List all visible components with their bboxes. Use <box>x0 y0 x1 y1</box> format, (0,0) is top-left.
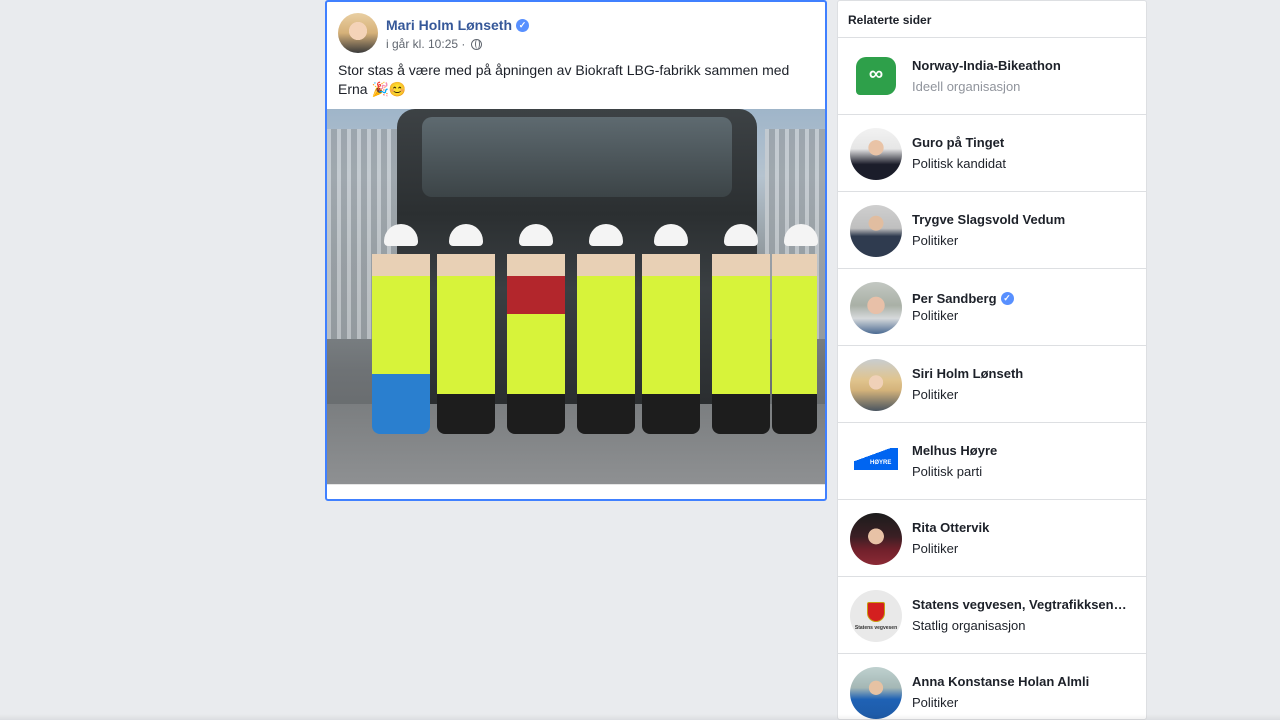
related-page-category: Politisk parti <box>912 464 983 479</box>
related-page-category: Politiker <box>912 308 959 323</box>
related-page-name[interactable]: Statens vegvesen, Vegtrafikksentralen <box>912 597 1132 612</box>
post-divider <box>327 484 825 485</box>
post-meta: i går kl. 10:25 · <box>386 37 483 51</box>
related-page-category: Politisk kandidat <box>912 156 1006 171</box>
related-page-name[interactable]: Trygve Slagsvold Vedum <box>912 212 1132 227</box>
related-page-item[interactable]: Rita Ottervik Politiker <box>838 500 1146 577</box>
page-avatar[interactable] <box>850 667 902 719</box>
related-page-name[interactable]: Anna Konstanse Holan Almli <box>912 674 1132 689</box>
page-avatar[interactable] <box>850 128 902 180</box>
related-page-name[interactable]: Siri Holm Lønseth <box>912 366 1132 381</box>
author-name-link[interactable]: Mari Holm Lønseth ✓ <box>386 17 530 33</box>
related-page-name[interactable]: Melhus Høyre <box>912 443 1132 458</box>
page-logo[interactable]: HØYRE <box>850 436 902 488</box>
post-header: Mari Holm Lønseth ✓ i går kl. 10:25 · <box>338 13 808 55</box>
related-page-category: Ideell organisasjon <box>912 79 1021 94</box>
related-page-item[interactable]: Statens vegvesen Statens vegvesen, Vegtr… <box>838 577 1146 654</box>
page-logo[interactable]: Statens vegvesen <box>850 590 902 642</box>
related-page-item[interactable]: Trygve Slagsvold Vedum Politiker <box>838 192 1146 269</box>
photo-person <box>577 224 635 434</box>
related-page-item[interactable]: HØYRE Melhus Høyre Politisk parti <box>838 423 1146 500</box>
page-avatar[interactable] <box>850 513 902 565</box>
photo-windshield <box>422 117 732 197</box>
related-page-category: Statlig organisasjon <box>912 618 1026 633</box>
verified-badge-icon: ✓ <box>516 18 530 32</box>
post-photo[interactable] <box>327 109 825 484</box>
related-page-category: Politiker <box>912 695 959 710</box>
related-pages-title: Relaterte sider <box>838 1 1146 38</box>
related-page-category: Politiker <box>912 233 959 248</box>
post-text: Stor stas å være med på åpningen av Biok… <box>338 62 790 97</box>
page-avatar[interactable] <box>850 205 902 257</box>
page-avatar[interactable] <box>850 359 902 411</box>
post-card[interactable]: Mari Holm Lønseth ✓ i går kl. 10:25 · St… <box>325 0 827 501</box>
author-avatar[interactable] <box>338 13 378 53</box>
related-page-item[interactable]: Norway-India-Bikeathon Ideell organisasj… <box>838 38 1146 115</box>
photo-person <box>712 224 770 434</box>
bottom-shade <box>0 714 1280 720</box>
related-page-name[interactable]: Norway-India-Bikeathon <box>912 58 1132 73</box>
page-logo[interactable] <box>850 51 902 103</box>
photo-person <box>772 224 818 434</box>
page-avatar[interactable] <box>850 282 902 334</box>
post-timestamp[interactable]: i går kl. 10:25 · <box>386 37 465 51</box>
related-page-name[interactable]: Guro på Tinget <box>912 135 1132 150</box>
related-page-item[interactable]: Anna Konstanse Holan Almli Politiker <box>838 654 1146 719</box>
photo-person <box>437 224 495 434</box>
author-name[interactable]: Mari Holm Lønseth <box>386 17 512 33</box>
related-page-category: Politiker <box>912 541 959 556</box>
related-pages-panel: Relaterte sider Norway-India-Bikeathon I… <box>837 0 1147 720</box>
related-page-category: Politiker <box>912 387 959 402</box>
related-page-item[interactable]: Guro på Tinget Politisk kandidat <box>838 115 1146 192</box>
related-page-item[interactable]: Siri Holm Lønseth Politiker <box>838 346 1146 423</box>
related-page-name[interactable]: Per Sandberg ✓ <box>912 291 1132 306</box>
related-page-name[interactable]: Rita Ottervik <box>912 520 1132 535</box>
verified-badge-icon: ✓ <box>1000 292 1014 305</box>
photo-person <box>507 224 565 434</box>
photo-person <box>642 224 700 434</box>
related-page-item[interactable]: Per Sandberg ✓ Politiker <box>838 269 1146 346</box>
globe-icon[interactable] <box>471 38 483 50</box>
photo-person <box>372 224 430 434</box>
